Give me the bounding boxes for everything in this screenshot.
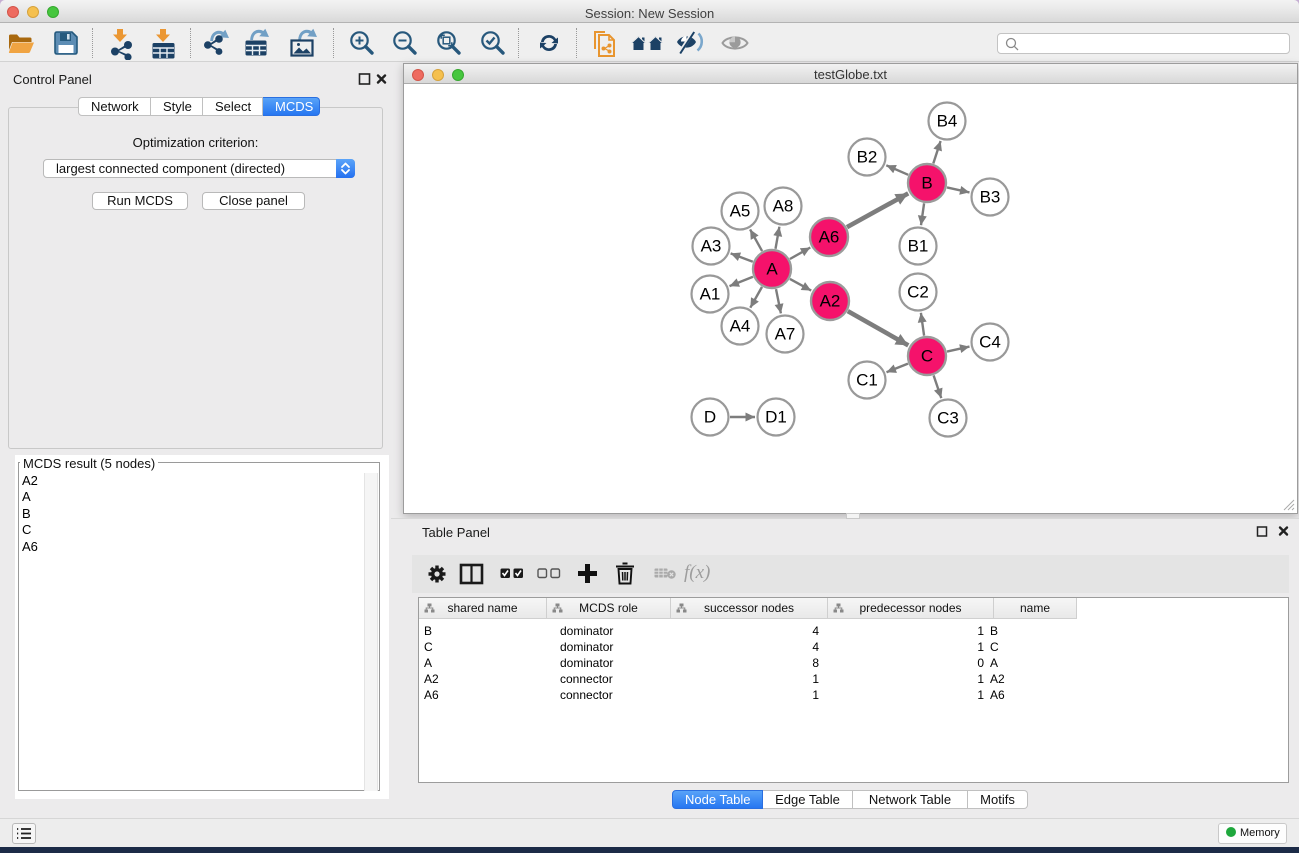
svg-text:B2: B2 (857, 148, 878, 167)
svg-text:D: D (704, 408, 716, 427)
svg-text:A2: A2 (820, 292, 841, 311)
svg-text:B: B (921, 174, 932, 193)
svg-text:A6: A6 (819, 228, 840, 247)
svg-text:A5: A5 (730, 202, 751, 221)
svg-text:B3: B3 (980, 188, 1001, 207)
svg-text:C1: C1 (856, 371, 878, 390)
svg-text:C2: C2 (907, 283, 929, 302)
svg-text:A: A (766, 260, 778, 279)
svg-text:A8: A8 (773, 197, 794, 216)
svg-text:A3: A3 (701, 237, 722, 256)
svg-text:A1: A1 (700, 285, 721, 304)
svg-text:B1: B1 (908, 237, 929, 256)
svg-text:D1: D1 (765, 408, 787, 427)
svg-text:C: C (921, 347, 933, 366)
svg-text:C4: C4 (979, 333, 1001, 352)
svg-text:C3: C3 (937, 409, 959, 428)
svg-text:B4: B4 (937, 112, 958, 131)
svg-text:A7: A7 (775, 325, 796, 344)
svg-text:A4: A4 (730, 317, 751, 336)
